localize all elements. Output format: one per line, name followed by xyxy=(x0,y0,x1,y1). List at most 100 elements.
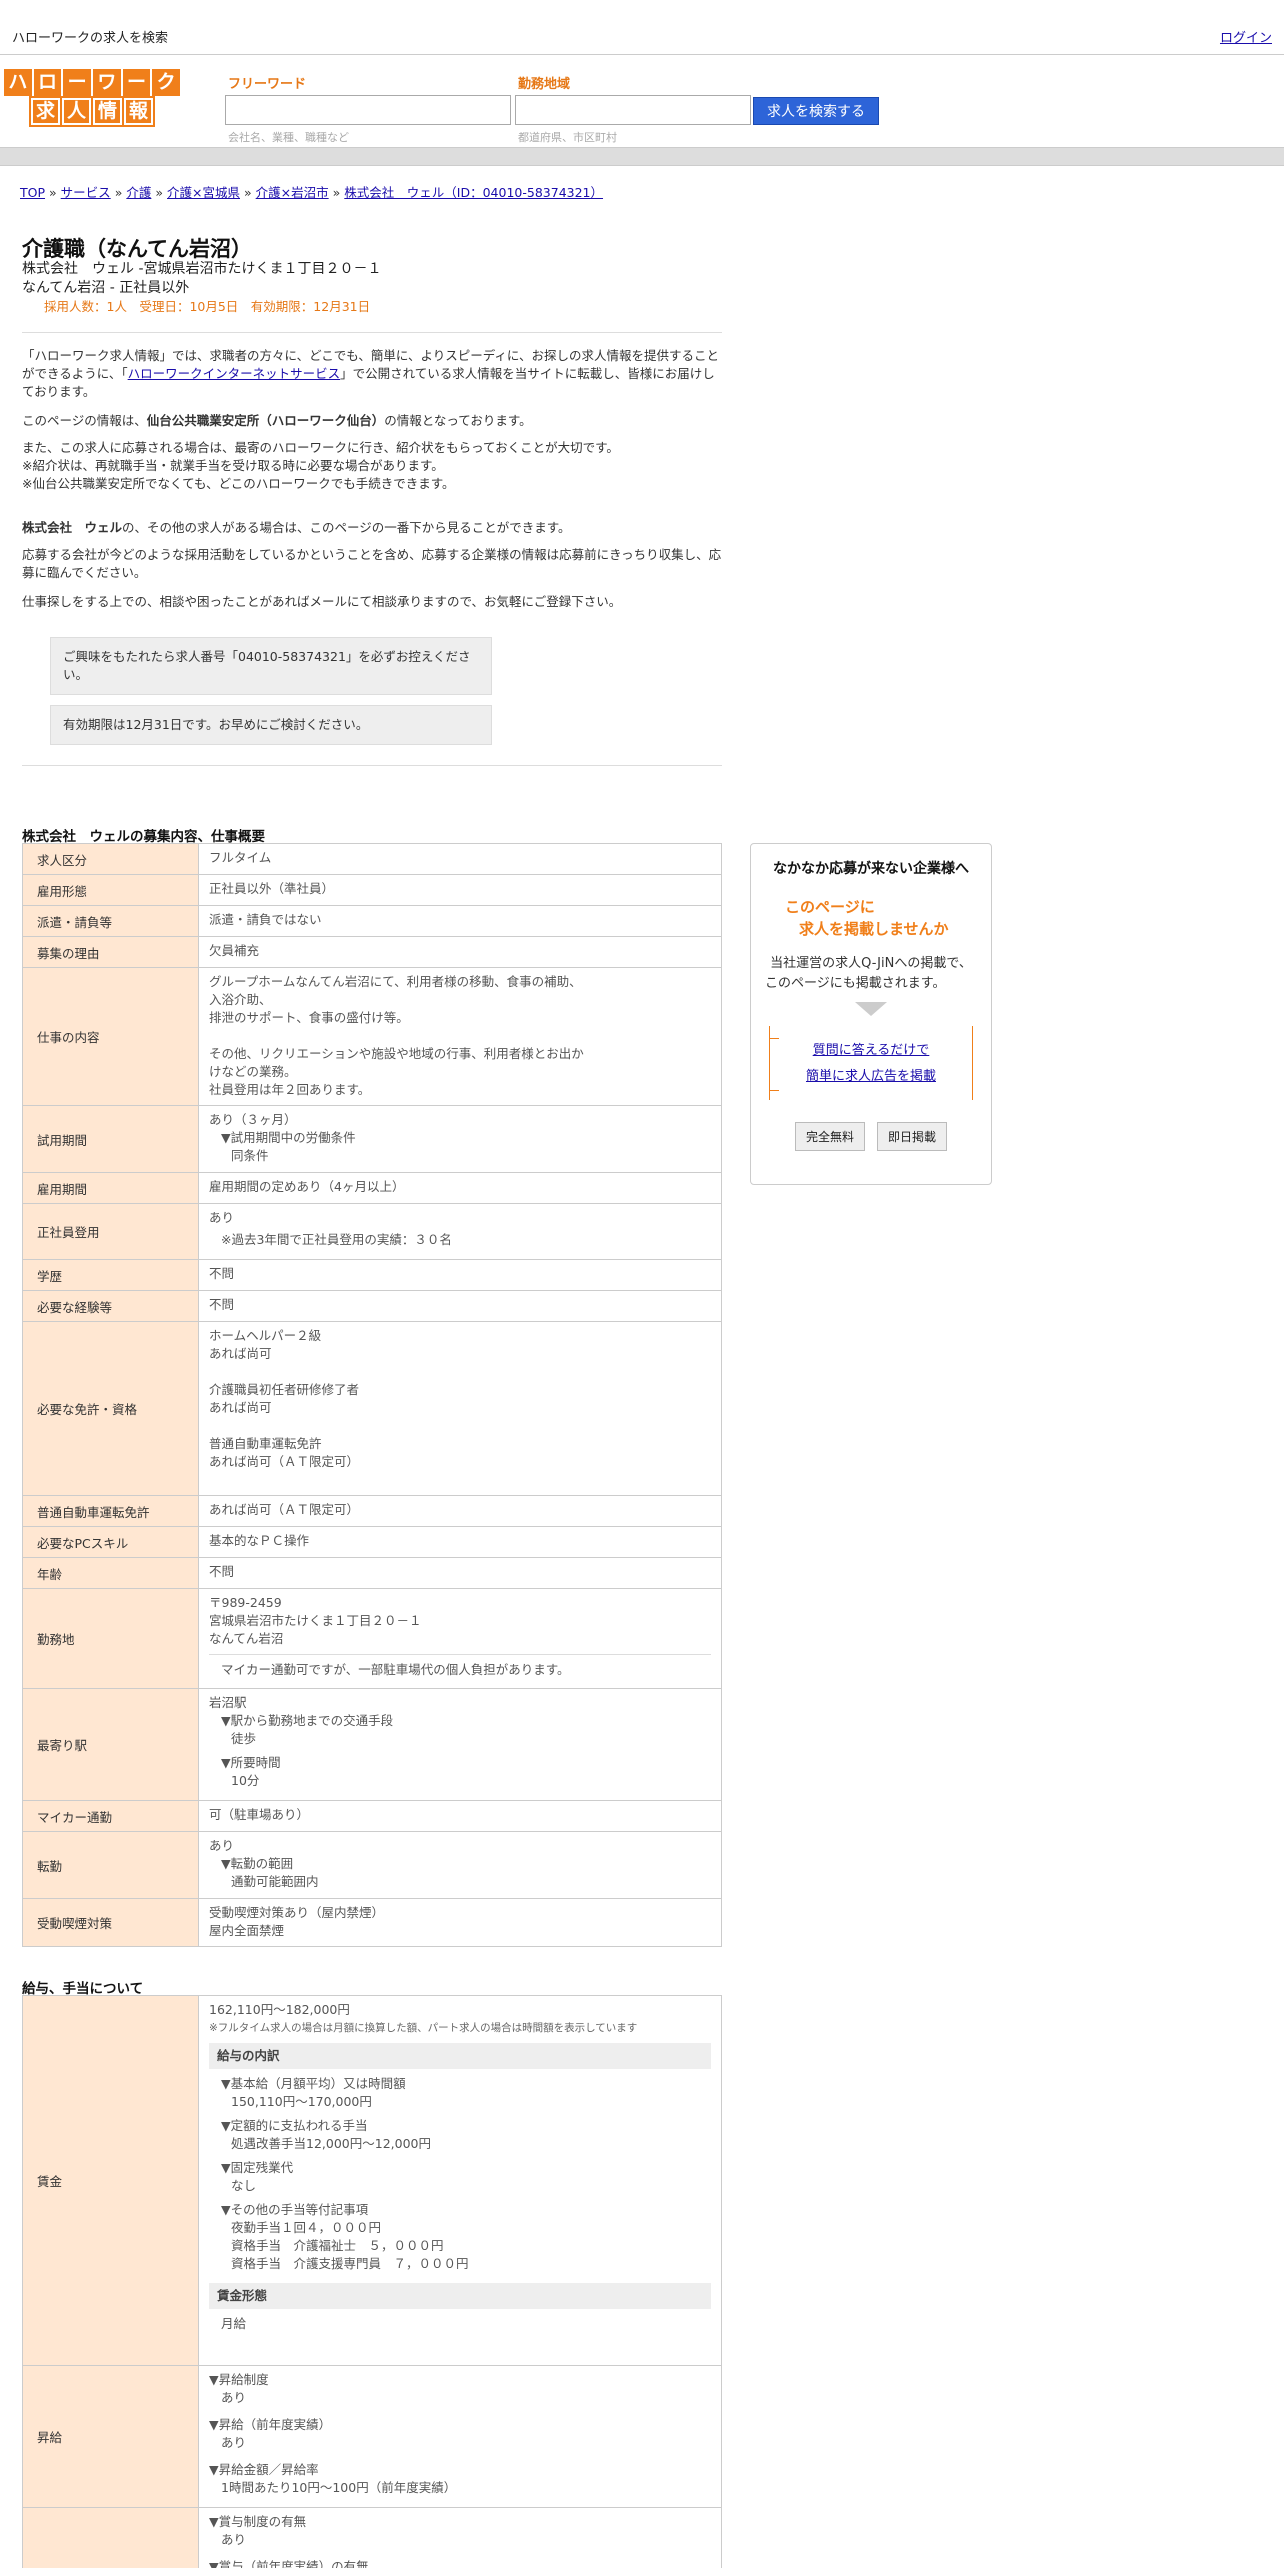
row-label: 仕事の内容 xyxy=(22,967,199,1106)
intro-paragraph-4: 株式会社 ウェルの、その他の求人がある場合は、このページの一番下から見ることがで… xyxy=(22,520,571,535)
ad-catch: このページに 求人を掲載しませんか xyxy=(785,898,949,938)
breadcrumb-kaigo-iwanuma[interactable]: 介護×岩沼市 xyxy=(256,185,329,200)
search-header: ハ ロ ー ワ ー ク 求 人 情 報 フリーワード 会社名、業種、職種など 勤… xyxy=(0,55,1284,147)
row-label: 募集の理由 xyxy=(22,936,199,968)
row-label: マイカー通勤 xyxy=(22,1800,199,1832)
row-value: グループホームなんてん岩沼にて、利用者様の移動、食事の補助、 入浴介助、 排泄のサポ… xyxy=(198,967,722,1106)
divider xyxy=(22,332,722,333)
arrow-down-icon xyxy=(855,1002,887,1016)
logo-row2: 求 人 情 報 xyxy=(4,96,180,127)
table-row: 普通自動車運転免許 あれば尚可（ＡＴ限定可） xyxy=(22,1495,722,1527)
row-label: 転勤 xyxy=(22,1831,199,1899)
table-row: 勤務地 〒989-2459 宮城県岩沼市たけくま１丁目２０－１ なんてん岩沼 マイカー… xyxy=(22,1588,722,1689)
ad-title: なかなか応募が来ない企業様へ xyxy=(773,861,969,877)
row-label: 雇用期間 xyxy=(22,1172,199,1204)
ad-badges: 完全無料 即日掲載 xyxy=(751,1122,991,1151)
table-row: ▼賞与制度の有無 あり ▼賞与（前年度実績）の有無 xyxy=(22,2507,722,2568)
logo-char: ー xyxy=(63,69,91,96)
table-row: 受動喫煙対策 受動喫煙対策あり（屋内禁煙） 屋内全面禁煙 xyxy=(22,1898,722,1947)
row-value: 岩沼駅 ▼駅から勤務地までの交通手段 徒歩 ▼所要時間 10分 xyxy=(198,1688,722,1801)
table-row: 派遣・請負等 派遣・請負ではない xyxy=(22,905,722,937)
row-value: 162,110円〜182,000円 ※フルタイム求人の場合は月額に換算した額、パ… xyxy=(198,1995,722,2366)
table-row: 必要なPCスキル 基本的なＰＣ操作 xyxy=(22,1526,722,1558)
breadcrumb: TOP» サービス» 介護» 介護×宮城県» 介護×岩沼市» 株式会社 ウェル（ID：04… xyxy=(20,185,604,200)
area-input[interactable] xyxy=(515,95,751,125)
job-meta: 採用人数：1人 受理日：10月5日 有効期限：12月31日 xyxy=(44,299,371,314)
table-row: 最寄り駅 岩沼駅 ▼駅から勤務地までの交通手段 徒歩 ▼所要時間 10分 xyxy=(22,1688,722,1801)
intro-paragraph-3: また、この求人に応募される場合は、最寄のハローワークに行き、紹介状をもらっておく… xyxy=(22,440,619,491)
row-value: 欠員補充 xyxy=(198,936,722,968)
divider-bar xyxy=(0,147,1284,166)
job-detail-table: 求人区分 フルタイム 雇用形態 正社員以外（準社員） 派遣・請負等 派遣・請負ではない… xyxy=(22,843,722,1947)
same-day-badge[interactable]: 即日掲載 xyxy=(877,1122,948,1151)
intro-paragraph-5: 応募する会社が今どのような採用活動をしているかということを含め、応募する企業様の… xyxy=(22,547,722,580)
row-value: 不問 xyxy=(198,1290,722,1322)
row-label: 年齢 xyxy=(22,1557,199,1589)
row-label: 必要な免許・資格 xyxy=(22,1321,199,1496)
salary-table: 賃金 162,110円〜182,000円 ※フルタイム求人の場合は月額に換算した… xyxy=(22,1995,722,2568)
row-label: 学歴 xyxy=(22,1259,199,1291)
company-line: 株式会社 ウェル -宮城県岩沼市たけくま１丁目２０－１ xyxy=(22,261,382,277)
ad-description: 当社運営の求人Q-JiNへの掲載で、 このページにも掲載されます。 xyxy=(765,956,972,991)
freeword-input[interactable] xyxy=(225,95,511,125)
logo-char: ク xyxy=(152,69,180,96)
section-title-salary: 給与、手当について xyxy=(22,1981,144,1997)
ad-link-question[interactable]: 質問に答えるだけで xyxy=(813,1043,930,1058)
logo-char: 人 xyxy=(59,96,93,127)
row-label xyxy=(22,2507,199,2568)
table-row: 試用期間 あり（３ヶ月） ▼試用期間中の労働条件 同条件 xyxy=(22,1105,722,1173)
row-value: 不問 xyxy=(198,1557,722,1589)
row-value: ▼昇給制度 あり ▼昇給（前年度実績） あり ▼昇給金額／昇給率 1時間あたり10円〜… xyxy=(198,2365,722,2508)
row-value: あり ※過去3年間で正社員登用の実績：３０名 xyxy=(198,1203,722,1260)
row-value: あり（３ヶ月） ▼試用期間中の労働条件 同条件 xyxy=(198,1105,722,1173)
logo-char: ワ xyxy=(92,69,121,96)
row-value: あれば尚可（ＡＴ限定可） xyxy=(198,1495,722,1527)
row-label: 必要な経験等 xyxy=(22,1290,199,1322)
free-badge[interactable]: 完全無料 xyxy=(794,1122,865,1151)
row-label: 賃金 xyxy=(22,1995,199,2366)
table-row: 転勤 あり ▼転勤の範囲 通勤可能範囲内 xyxy=(22,1831,722,1899)
hellowork-logo[interactable]: ハ ロ ー ワ ー ク 求 人 情 報 xyxy=(4,69,180,127)
breadcrumb-service[interactable]: サービス xyxy=(61,185,111,200)
ad-link-post[interactable]: 簡単に求人広告を掲載 xyxy=(806,1069,936,1084)
notice-deadline: 有効期限は12月31日です。お早めにご検討ください。 xyxy=(50,705,492,745)
table-row: 賃金 162,110円〜182,000円 ※フルタイム求人の場合は月額に換算した… xyxy=(22,1995,722,2366)
row-label: 雇用形態 xyxy=(22,874,199,906)
table-row: 必要な免許・資格 ホームヘルパー２級 あれば尚可 介護職員初任者研修修了者 あれば尚可… xyxy=(22,1321,722,1496)
hellowork-internet-link[interactable]: ハローワークインターネットサービス xyxy=(128,366,341,381)
breadcrumb-company[interactable]: 株式会社 ウェル（ID：04010-58374321） xyxy=(344,185,603,200)
row-label: 最寄り駅 xyxy=(22,1688,199,1801)
row-value: 可（駐車場あり） xyxy=(198,1800,722,1832)
table-row: 年齢 不問 xyxy=(22,1557,722,1589)
table-row: 求人区分 フルタイム xyxy=(22,843,722,875)
search-button[interactable]: 求人を検索する xyxy=(753,97,879,125)
row-value: フルタイム xyxy=(198,843,722,875)
breadcrumb-top[interactable]: TOP xyxy=(20,185,45,200)
table-row: 仕事の内容 グループホームなんてん岩沼にて、利用者様の移動、食事の補助、 入浴介助… xyxy=(22,967,722,1106)
table-row: 正社員登用 あり ※過去3年間で正社員登用の実績：３０名 xyxy=(22,1203,722,1260)
row-value: 受動喫煙対策あり（屋内禁煙） 屋内全面禁煙 xyxy=(198,1898,722,1947)
ad-link-box: 質問に答えるだけで 簡単に求人広告を掲載 xyxy=(769,1026,973,1100)
login-link[interactable]: ログイン xyxy=(1220,27,1272,46)
row-value: 不問 xyxy=(198,1259,722,1291)
row-label: 普通自動車運転免許 xyxy=(22,1495,199,1527)
row-label: 正社員登用 xyxy=(22,1203,199,1260)
row-value: 派遣・請負ではない xyxy=(198,905,722,937)
row-label: 求人区分 xyxy=(22,843,199,875)
table-row: 必要な経験等 不問 xyxy=(22,1290,722,1322)
breadcrumb-kaigo-miyagi[interactable]: 介護×宮城県 xyxy=(167,185,240,200)
freeword-label: フリーワード xyxy=(228,77,307,92)
divider xyxy=(22,765,722,766)
breadcrumb-kaigo[interactable]: 介護 xyxy=(126,185,151,200)
area-hint: 都道府県、市区町村 xyxy=(518,131,617,144)
row-value: あり ▼転勤の範囲 通勤可能範囲内 xyxy=(198,1831,722,1899)
logo-char: ー xyxy=(122,69,151,96)
freeword-hint: 会社名、業種、職種など xyxy=(228,131,349,144)
notice-job-number: ご興味をもたれたら求人番号「04010-58374321」を必ずお控えください。 xyxy=(50,637,492,695)
row-label: 昇給 xyxy=(22,2365,199,2508)
row-value: ホームヘルパー２級 あれば尚可 介護職員初任者研修修了者 あれば尚可 普通自動車運転免許… xyxy=(198,1321,722,1496)
row-label: 派遣・請負等 xyxy=(22,905,199,937)
site-title: ハローワークの求人を検索 xyxy=(12,31,169,46)
row-value: 〒989-2459 宮城県岩沼市たけくま１丁目２０－１ なんてん岩沼 マイカー通勤可で… xyxy=(198,1588,722,1689)
area-label: 勤務地域 xyxy=(518,77,571,92)
